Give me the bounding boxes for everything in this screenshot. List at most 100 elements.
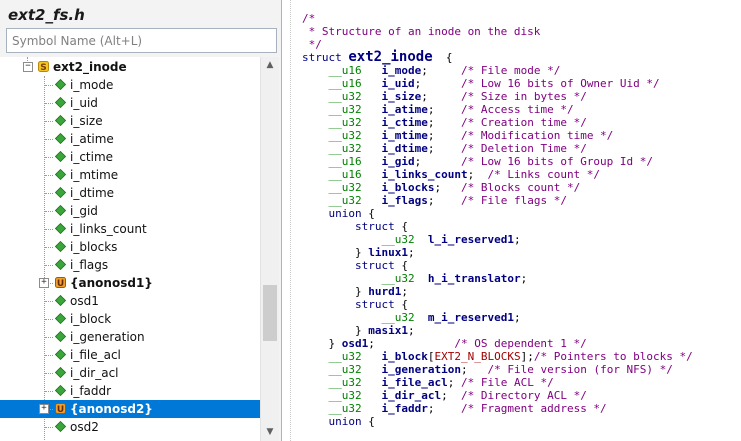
symbol-tree[interactable]: − Sext2_inode i_mode i_uid i_size i_atime i_ct… [0, 57, 260, 441]
source-code[interactable]: /* * Structure of an inode on the disk *… [302, 12, 693, 428]
code-line: struct ext2_inode { [302, 49, 693, 65]
tree-item-label: i_block [70, 312, 112, 326]
code-token: ; [427, 116, 461, 129]
tree-vertical-scrollbar[interactable]: ▲ ▼ [260, 57, 279, 441]
code-line: struct { [302, 298, 693, 311]
tree-item-i-links-count[interactable]: i_links_count [0, 220, 260, 238]
tree-item-i-atime[interactable]: i_atime [0, 130, 260, 148]
code-token: h_i_translator [427, 272, 521, 285]
tree-item-i-dtime[interactable]: i_dtime [0, 184, 260, 202]
field-diamond-icon [55, 223, 66, 234]
field-diamond-icon [55, 385, 66, 396]
code-token: i_ctime [381, 116, 428, 129]
expand-toggle-icon[interactable]: + [39, 278, 49, 288]
tree-item-i-flags[interactable]: i_flags [0, 256, 260, 274]
scroll-down-arrow-icon[interactable]: ▼ [261, 424, 279, 441]
tree-item-label: i_atime [70, 132, 114, 146]
code-token: } [302, 324, 369, 337]
code-line: __u16 i_uid; /* Low 16 bits of Owner Uid… [302, 77, 693, 90]
tree-item-i-ctime[interactable]: i_ctime [0, 148, 260, 166]
code-token: __u16 [328, 155, 362, 168]
tree-item-osd2[interactable]: osd2 [0, 418, 260, 436]
code-token: /* Size in bytes */ [461, 90, 587, 103]
tree-item-anonosd2[interactable]: + U {anonosd2} [0, 400, 260, 418]
code-token: } [302, 285, 369, 298]
code-token: /* Fragment address */ [460, 402, 607, 415]
tree-guide-line [45, 139, 53, 140]
tree-item-label: i_file_acl [70, 348, 121, 362]
code-token: } [302, 337, 342, 350]
code-line: } osd1; /* OS dependent 1 */ [302, 337, 693, 350]
field-diamond-icon [55, 115, 66, 126]
collapse-toggle-icon[interactable]: − [23, 62, 33, 72]
code-token: /* Deletion Time */ [460, 142, 587, 155]
field-diamond-icon [55, 133, 66, 144]
code-token: i_blocks [381, 181, 435, 194]
code-token: ; [414, 77, 461, 90]
tree-item-i-size[interactable]: i_size [0, 112, 260, 130]
code-token: ; [513, 233, 521, 246]
code-token: /* File ACL */ [460, 376, 554, 389]
tree-item-i-uid[interactable]: i_uid [0, 94, 260, 112]
code-token: ; [520, 272, 528, 285]
code-token: __u32 [328, 129, 362, 142]
tree-item-label: {anonosd1} [70, 276, 153, 290]
field-diamond-icon [55, 79, 66, 90]
tree-item-label: i_ctime [70, 150, 114, 164]
code-token: i_gid [381, 155, 415, 168]
tree-item-i-faddr[interactable]: i_faddr [0, 382, 260, 400]
code-token: /* File flags */ [460, 194, 567, 207]
tree-item-i-generation[interactable]: i_generation [0, 328, 260, 346]
tree-item-i-blocks[interactable]: i_blocks [0, 238, 260, 256]
field-diamond-icon [55, 421, 66, 432]
tree-item-osd1[interactable]: osd1 [0, 292, 260, 310]
code-token: /* OS dependent 1 */ [454, 337, 587, 350]
tree-item-i-block[interactable]: i_block [0, 310, 260, 328]
tree-guide-line [45, 193, 53, 194]
code-line: } masix1; [302, 324, 693, 337]
code-token: ext2_inode [348, 49, 433, 65]
tree-item-label: i_generation [70, 330, 145, 344]
expand-toggle-icon[interactable]: + [39, 404, 49, 414]
code-token: __u32 [328, 103, 362, 116]
scroll-up-arrow-icon[interactable]: ▲ [261, 57, 279, 74]
code-token: /* Access time */ [460, 103, 574, 116]
code-token: __u32 [381, 233, 415, 246]
tree-item-label: {anonosd2} [70, 402, 153, 416]
code-token: /* Low 16 bits of Group Id */ [460, 155, 654, 168]
code-token: osd1 [341, 337, 369, 350]
tree-item-label: i_gid [70, 204, 98, 218]
tree-item-i-gid[interactable]: i_gid [0, 202, 260, 220]
tree-item-anonosd1[interactable]: + U {anonosd1} [0, 274, 260, 292]
code-token: { [432, 51, 453, 64]
tree-item-i-mtime[interactable]: i_mtime [0, 166, 260, 184]
code-line: __u32 i_dtime; /* Deletion Time */ [302, 142, 693, 155]
code-token: __u32 [381, 272, 415, 285]
code-editor[interactable]: /* * Structure of an inode on the disk *… [294, 0, 741, 441]
tree-item-i-file-acl[interactable]: i_file_acl [0, 346, 260, 364]
symbol-search-input[interactable] [6, 28, 277, 53]
code-token: __u32 [328, 116, 362, 129]
scrollbar-thumb[interactable] [263, 285, 277, 341]
tree-item-i-dir-acl[interactable]: i_dir_acl [0, 364, 260, 382]
code-token: hurd1 [368, 285, 402, 298]
code-token: struct [354, 298, 395, 311]
symbol-panel: ext2_fs.h −Sext2_inode i_mode i_uid i_sizei… [0, 0, 282, 441]
tree-guide-line [45, 247, 53, 248]
code-line: struct { [302, 220, 693, 233]
tree-item-i-mode[interactable]: i_mode [0, 76, 260, 94]
code-line: __u16 i_links_count; /* Links count */ [302, 168, 693, 181]
tree-item-ext2-inode[interactable]: − Sext2_inode [0, 58, 260, 76]
union-u-icon: U [55, 277, 66, 288]
